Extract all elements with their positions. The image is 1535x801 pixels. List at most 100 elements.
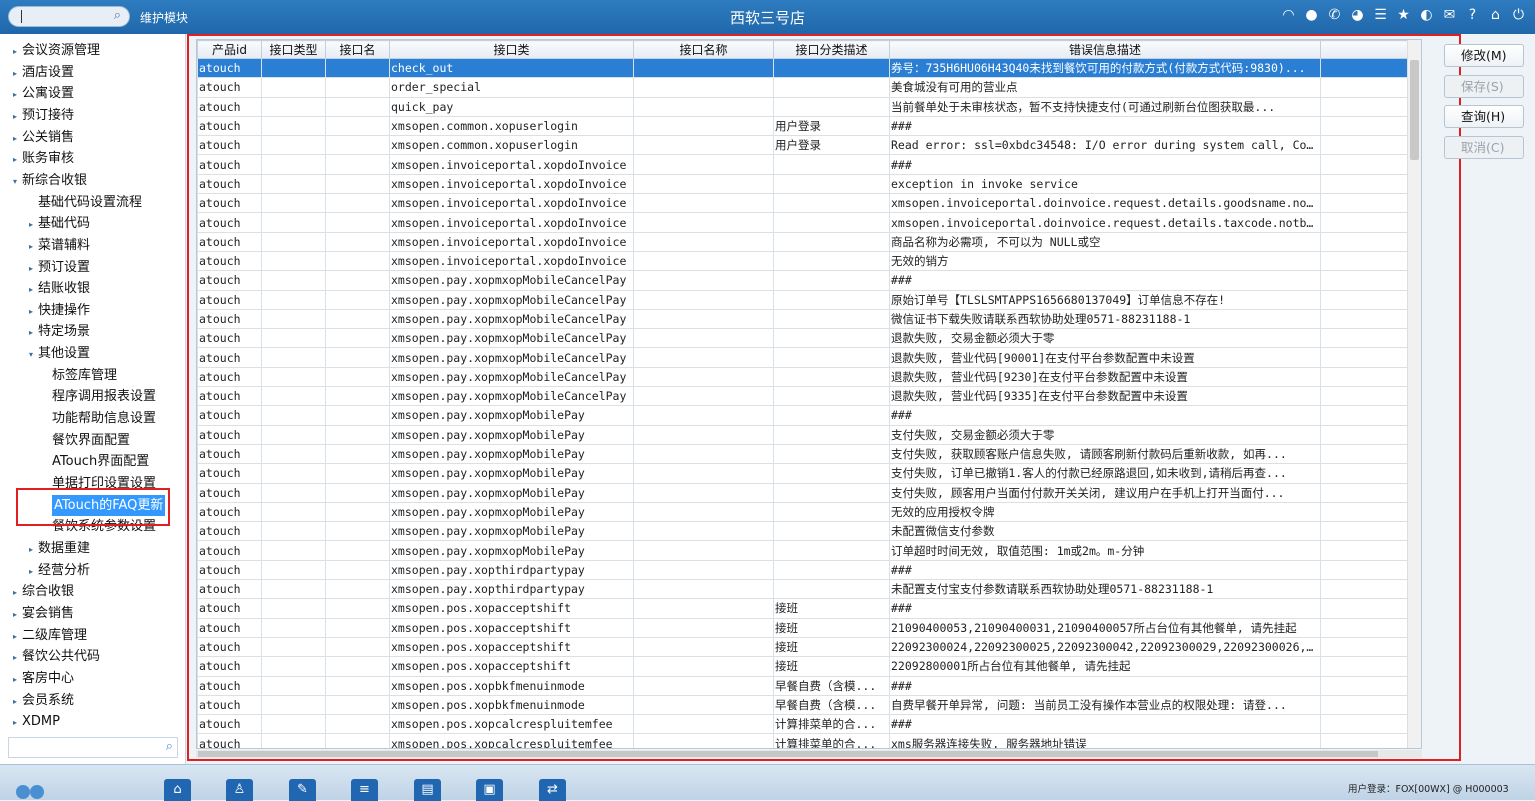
home-icon[interactable]: ⌂ [1487, 6, 1504, 24]
highlight-box-grid [187, 34, 1461, 761]
user-key-icon[interactable]: ♙ [226, 779, 253, 801]
app-logo-icon [16, 785, 46, 801]
chevron-right-icon[interactable]: ▸ [8, 63, 22, 84]
exchange-icon[interactable]: ⇄ [539, 779, 566, 801]
sidebar: ▸ 会议资源管理 ▸ 酒店设置 ▸ 公寓设置 ▸ 预订接待 ▸ 公关销售 ▸ 账务审核 ▾ 新综合收银 基础… [0, 34, 186, 764]
sidebar-item[interactable]: ▸ 预订设置 [24, 257, 90, 278]
power-icon[interactable]: ⏻ [1510, 6, 1527, 24]
chevron-right-icon[interactable]: ▸ [24, 279, 38, 300]
sidebar-item[interactable]: ▸ XDMP [8, 711, 60, 732]
sidebar-item[interactable]: ▸ 酒店设置 [8, 62, 74, 83]
sidebar-item[interactable]: ▸ 数据重建 [24, 538, 90, 559]
chevron-right-icon[interactable]: ▸ [24, 258, 38, 279]
chevron-right-icon[interactable]: ▸ [8, 149, 22, 170]
sidebar-item-label: XDMP [22, 714, 60, 730]
sidebar-item[interactable]: ▸ 经营分析 [24, 560, 90, 581]
sidebar-item-label: 特定场景 [38, 324, 91, 340]
sidebar-item-label: 客房中心 [22, 670, 75, 686]
wrench-icon[interactable]: ✎ [289, 779, 316, 801]
sidebar-item[interactable]: ▸ 公关销售 [8, 127, 74, 148]
login-user-value: FOX[00WX] @ H000003 [1395, 784, 1509, 795]
chevron-right-icon[interactable]: ▸ [8, 41, 22, 62]
sidebar-item[interactable]: ▸ 账务审核 [8, 148, 74, 169]
sidebar-item[interactable]: ▾ 其他设置 [24, 343, 90, 364]
query-button[interactable]: 查询(H) [1444, 105, 1524, 128]
help-icon[interactable]: ? [1464, 6, 1481, 24]
sidebar-item[interactable]: ▸ 公寓设置 [8, 83, 74, 104]
chevron-right-icon[interactable]: ▸ [8, 84, 22, 105]
cancel-button[interactable]: 取消(C) [1444, 135, 1524, 159]
chevron-right-icon[interactable]: ▸ [24, 236, 38, 257]
sidebar-item-label: 餐饮公共代码 [22, 649, 101, 665]
sidebar-item-label: 预订设置 [38, 259, 91, 275]
login-user-label: 用户登录： [1348, 784, 1396, 795]
login-user-info: 用户登录：FOX[00WX] @ H000003 [1348, 781, 1509, 795]
sidebar-item-label: 酒店设置 [22, 64, 75, 80]
sidebar-item[interactable]: ▸ 预订接待 [8, 105, 74, 126]
phone-icon[interactable]: ✆ [1326, 6, 1343, 24]
sidebar-item[interactable]: ▸ 餐饮公共代码 [8, 646, 100, 667]
chevron-right-icon[interactable]: ▸ [8, 128, 22, 149]
sidebar-item[interactable]: ▸ 特定场景 [24, 321, 90, 342]
sidebar-item[interactable]: ▸ 快捷操作 [24, 300, 90, 321]
list-icon[interactable]: ≡ [351, 779, 378, 801]
sidebar-item[interactable]: 功能帮助信息设置 [38, 408, 156, 429]
chevron-down-icon[interactable]: ▾ [24, 344, 38, 365]
chevron-right-icon[interactable]: ▸ [8, 582, 22, 603]
sidebar-search-input[interactable]: ⌕ [8, 737, 178, 758]
mail-icon[interactable]: ✉ [1441, 6, 1458, 24]
chevron-right-icon[interactable]: ▸ [8, 691, 22, 712]
chat-icon[interactable]: ● [1303, 6, 1320, 24]
sidebar-item-label: 数据重建 [38, 540, 91, 556]
sidebar-item-label: 宴会销售 [22, 605, 75, 621]
search-icon[interactable]: ⌕ [166, 739, 173, 754]
chevron-right-icon[interactable]: ▸ [24, 539, 38, 560]
chevron-down-icon[interactable]: ▾ [8, 171, 22, 192]
sidebar-item[interactable]: 标签库管理 [38, 365, 117, 386]
sidebar-item[interactable]: ATouch界面配置 [38, 451, 149, 472]
sidebar-item[interactable]: ▸ 综合收银 [8, 581, 74, 602]
chevron-right-icon[interactable]: ▸ [24, 301, 38, 322]
star-icon[interactable]: ★ [1395, 6, 1412, 24]
chevron-right-icon[interactable]: ▸ [24, 214, 38, 235]
top-bar: ⌕ 维护模块 西软三号店 ◠ ● ✆ ◕ ☰ ★ ◐ ✉ ? ⌂ ⏻ [0, 0, 1535, 34]
sidebar-item[interactable]: ▸ 结账收银 [24, 278, 90, 299]
sidebar-item[interactable]: ▸ 会议资源管理 [8, 40, 100, 61]
sidebar-item[interactable]: 基础代码设置流程 [24, 192, 142, 213]
chevron-right-icon[interactable]: ▸ [8, 106, 22, 127]
chevron-right-icon[interactable]: ▸ [8, 647, 22, 668]
sidebar-item-label: 公寓设置 [22, 86, 75, 102]
sidebar-item-label: 菜谱辅料 [38, 237, 91, 253]
sidebar-item[interactable]: ▸ 菜谱辅料 [24, 235, 90, 256]
edit-button[interactable]: 修改(M) [1444, 44, 1524, 67]
sidebar-item[interactable]: ▸ 宴会销售 [8, 603, 74, 624]
sidebar-item-label: ATouch界面配置 [52, 454, 150, 470]
wifi-icon[interactable]: ◠ [1280, 6, 1297, 24]
home-icon[interactable]: ⌂ [164, 779, 191, 801]
toolbar-icons: ◠ ● ✆ ◕ ☰ ★ ◐ ✉ ? ⌂ ⏻ [1280, 6, 1527, 24]
sidebar-item[interactable]: 餐饮界面配置 [38, 430, 130, 451]
report-icon[interactable]: ▤ [414, 779, 441, 801]
palette-icon[interactable]: ◕ [1349, 6, 1366, 24]
chevron-right-icon[interactable]: ▸ [24, 561, 38, 582]
sidebar-item[interactable]: ▸ 基础代码 [24, 213, 90, 234]
chevron-right-icon[interactable]: ▸ [8, 626, 22, 647]
sidebar-item-label: 标签库管理 [52, 367, 118, 383]
chevron-right-icon[interactable]: ▸ [24, 322, 38, 343]
chevron-right-icon[interactable]: ▸ [8, 669, 22, 690]
lock-icon[interactable]: ▣ [476, 779, 503, 801]
sidebar-item[interactable]: ▾ 新综合收银 [8, 170, 87, 191]
menu-icon[interactable]: ☰ [1372, 6, 1389, 24]
sidebar-item-label: 餐饮界面配置 [52, 432, 131, 448]
sidebar-item[interactable]: 程序调用报表设置 [38, 386, 156, 407]
sidebar-item-label: 账务审核 [22, 151, 75, 167]
chevron-right-icon[interactable]: ▸ [8, 604, 22, 625]
sidebar-item[interactable]: ▸ 二级库管理 [8, 625, 87, 646]
save-button[interactable]: 保存(S) [1444, 74, 1524, 98]
sidebar-item[interactable]: ▸ 会员系统 [8, 690, 74, 711]
chevron-right-icon[interactable]: ▸ [8, 712, 22, 733]
footer-bar: ⌂ ♙ ✎ ≡ ▤ ▣ ⇄ 用户登录：FOX[00WX] @ H000003 [0, 764, 1535, 801]
sidebar-item-label: 综合收银 [22, 584, 75, 600]
theme-icon[interactable]: ◐ [1418, 6, 1435, 24]
sidebar-item[interactable]: ▸ 客房中心 [8, 668, 74, 689]
